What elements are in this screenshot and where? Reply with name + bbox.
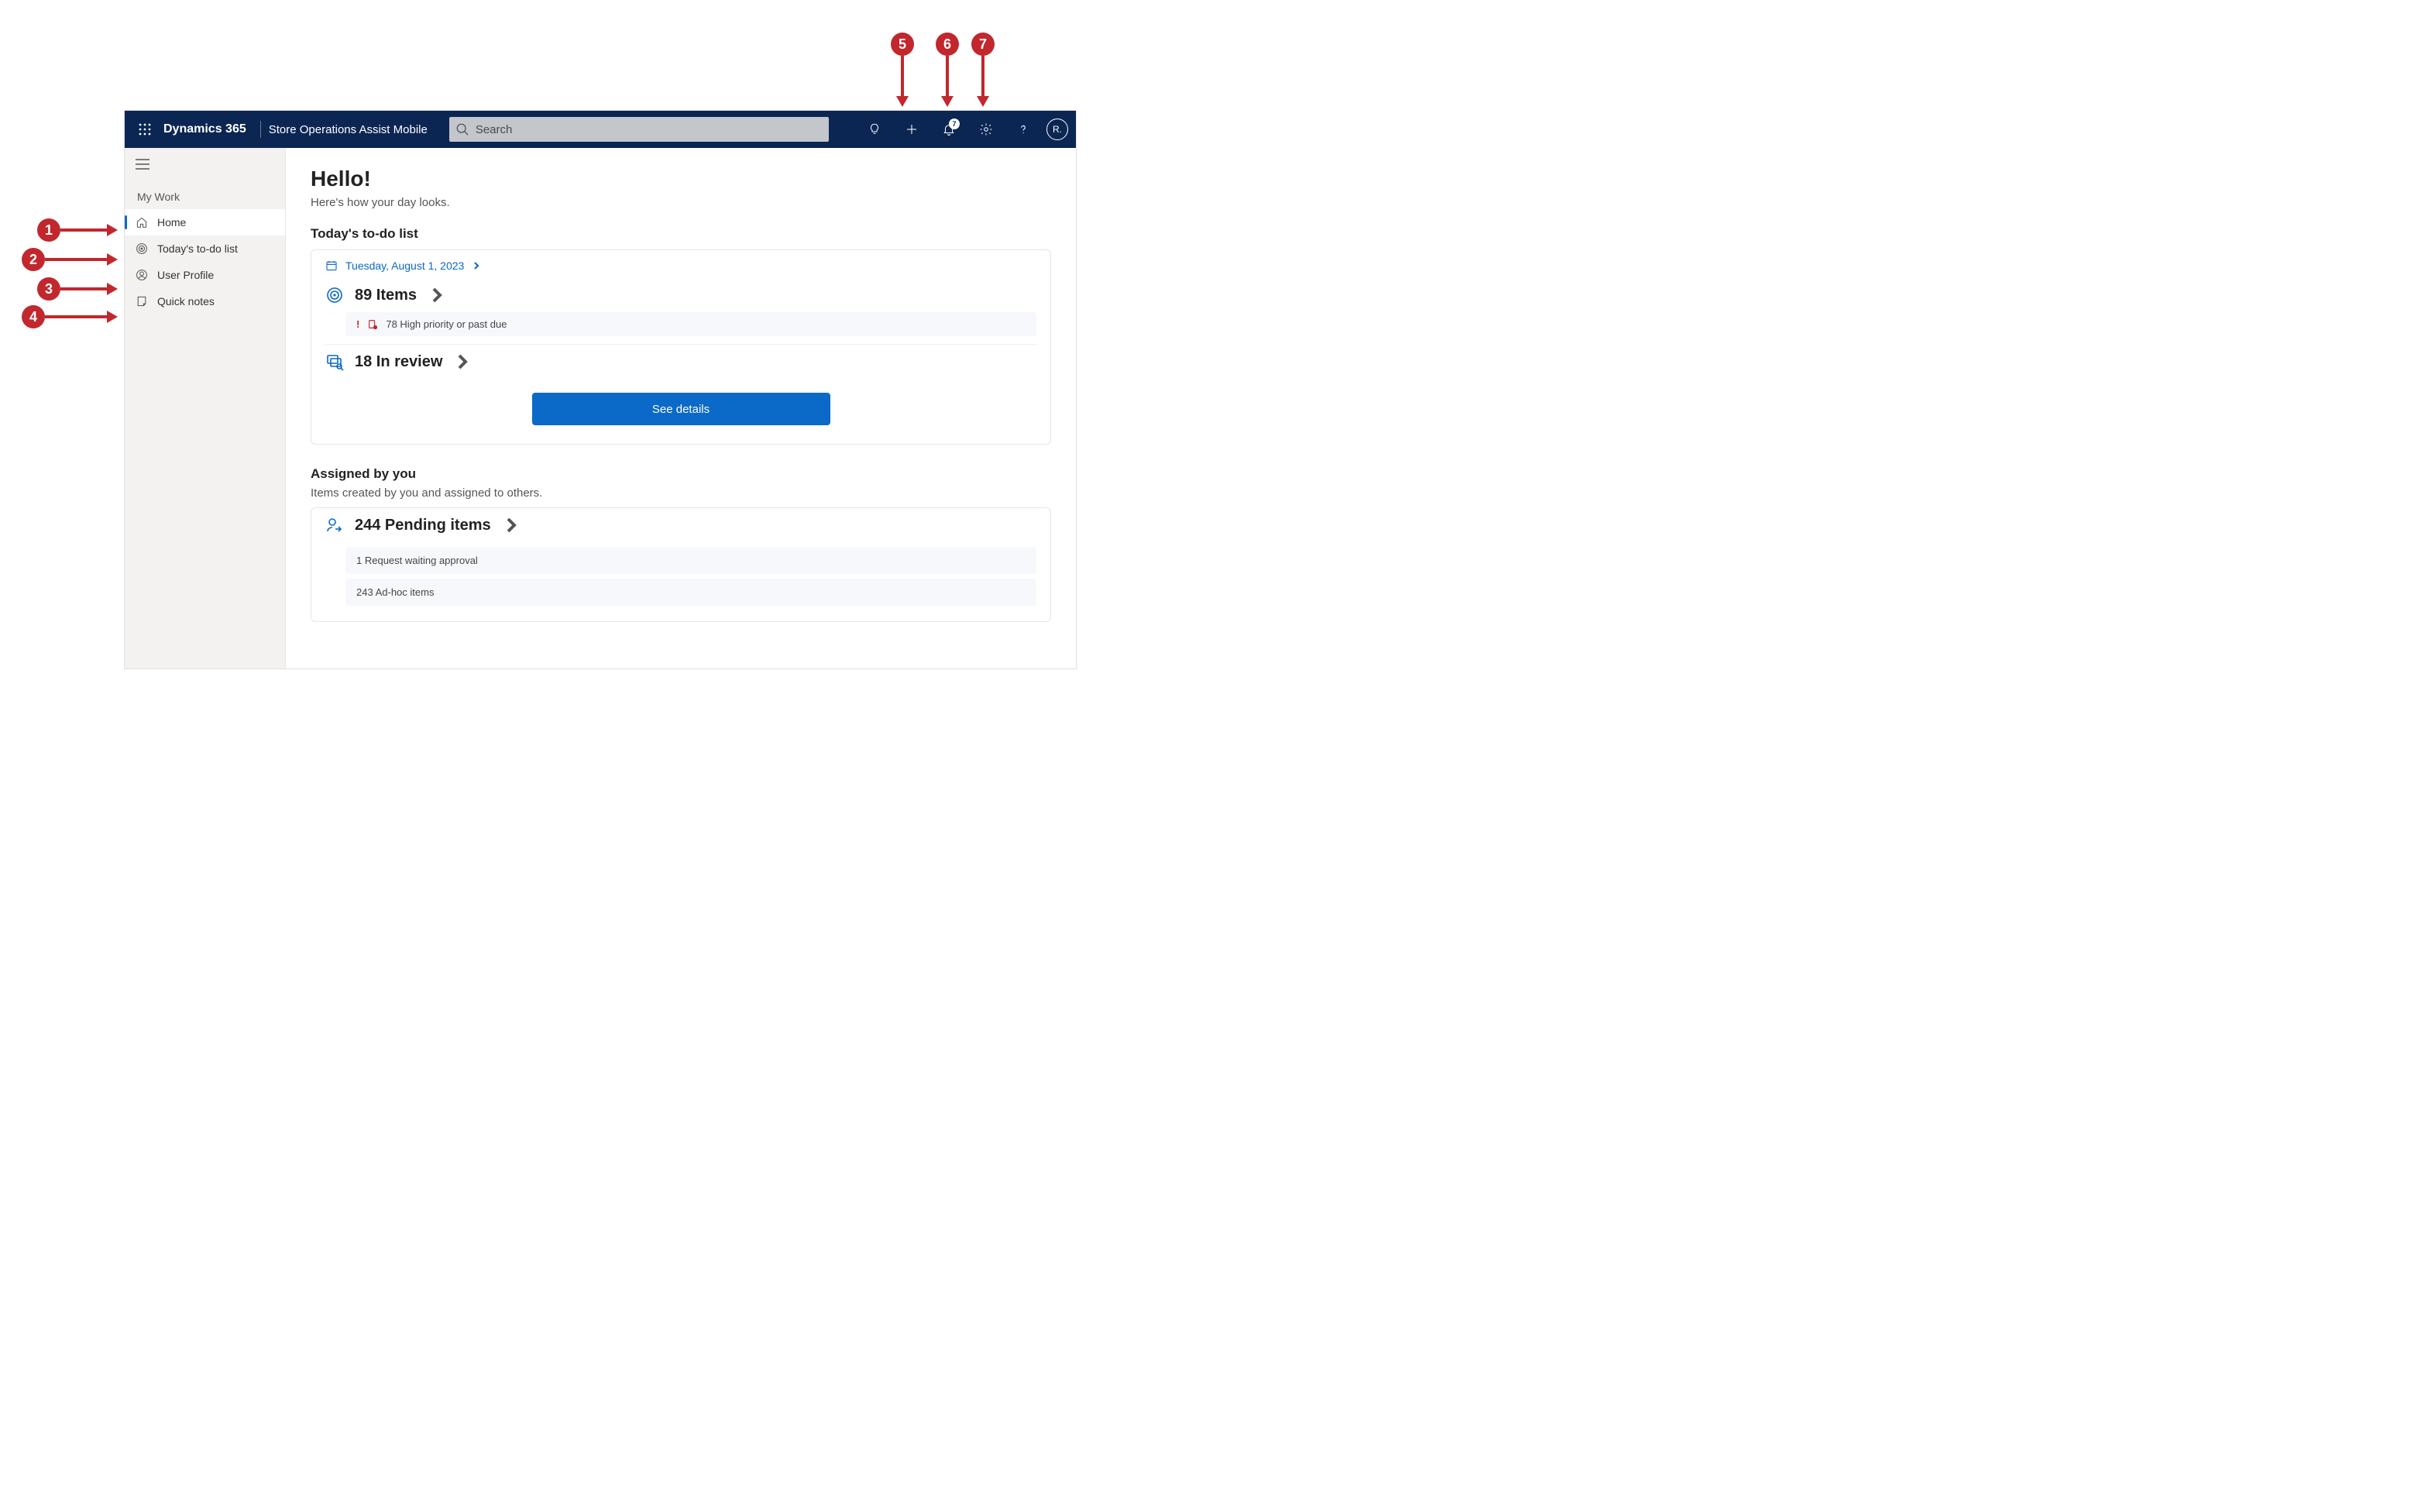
sidebar: My Work Home Today's to-do list User Pro… — [125, 148, 286, 668]
see-details-button[interactable]: See details — [532, 393, 830, 425]
todo-date-label: Tuesday, August 1, 2023 — [345, 259, 464, 272]
calendar-icon — [325, 259, 338, 272]
user-icon — [136, 269, 148, 281]
app-frame: Dynamics 365 Store Operations Assist Mob… — [124, 110, 1077, 669]
annotation-3: 3 — [37, 277, 118, 301]
annotation-7: 7 — [971, 33, 995, 107]
assigned-section-title: Assigned by you — [311, 466, 1051, 482]
search-icon — [455, 122, 469, 140]
greeting-title: Hello! — [311, 167, 1051, 191]
assigned-pending-label: 244 Pending items — [355, 517, 491, 534]
topbar: Dynamics 365 Store Operations Assist Mob… — [125, 111, 1076, 148]
sidebar-toggle[interactable] — [125, 153, 285, 180]
sidebar-item-label: User Profile — [157, 269, 214, 281]
assigned-row-1: 1 Request waiting approval — [345, 547, 1036, 574]
note-icon — [136, 295, 148, 308]
annotation-2: 2 — [22, 248, 118, 271]
chevron-right-icon — [472, 261, 481, 270]
annotation-4: 4 — [22, 305, 118, 328]
user-avatar[interactable]: R. — [1046, 119, 1068, 140]
notifications-button[interactable]: 7 — [930, 111, 967, 148]
target-icon — [136, 242, 148, 255]
annotation-5: 5 — [891, 33, 914, 107]
user-assign-icon — [325, 516, 344, 534]
assigned-section-subtitle: Items created by you and assigned to oth… — [311, 486, 1051, 500]
sidebar-section-label: My Work — [125, 180, 285, 209]
topbar-divider — [260, 121, 261, 138]
notification-badge: 7 — [949, 119, 960, 129]
todo-priority-label: 78 High priority or past due — [386, 318, 507, 330]
todo-priority-notice: ! 78 High priority or past due — [345, 312, 1036, 336]
annotation-1: 1 — [37, 218, 118, 242]
sidebar-item-home[interactable]: Home — [125, 209, 285, 235]
assigned-pending-row[interactable]: 244 Pending items — [311, 508, 1050, 542]
add-button[interactable] — [893, 111, 930, 148]
main-content: Hello! Here's how your day looks. Today'… — [286, 148, 1076, 668]
chevron-right-icon — [428, 286, 446, 304]
app-launcher-icon[interactable] — [129, 123, 160, 136]
search-wrap — [449, 117, 829, 142]
chevron-right-icon — [453, 352, 472, 371]
insights-button[interactable] — [856, 111, 893, 148]
todo-card: Tuesday, August 1, 2023 89 Items ! 78 Hi… — [311, 249, 1051, 445]
assigned-card: 244 Pending items 1 Request waiting appr… — [311, 507, 1051, 622]
todo-inreview-row[interactable]: 18 In review — [311, 345, 1050, 379]
search-input[interactable] — [449, 117, 829, 142]
assigned-row-2: 243 Ad-hoc items — [345, 579, 1036, 606]
todo-section-title: Today's to-do list — [311, 226, 1051, 242]
sidebar-item-label: Quick notes — [157, 295, 215, 308]
greeting-subtitle: Here's how your day looks. — [311, 196, 1051, 209]
home-icon — [136, 216, 148, 229]
todo-items-label: 89 Items — [355, 287, 417, 304]
sidebar-item-label: Home — [157, 216, 186, 229]
chevron-right-icon — [502, 516, 521, 534]
target-icon — [325, 286, 344, 304]
todo-items-row[interactable]: 89 Items — [311, 278, 1050, 312]
todo-date-picker[interactable]: Tuesday, August 1, 2023 — [311, 250, 1050, 278]
sidebar-item-user-profile[interactable]: User Profile — [125, 262, 285, 288]
sidebar-item-today-todo[interactable]: Today's to-do list — [125, 235, 285, 262]
alert-icon: ! — [356, 318, 359, 330]
todo-inreview-label: 18 In review — [355, 353, 442, 371]
sidebar-item-label: Today's to-do list — [157, 242, 238, 255]
review-icon — [325, 352, 344, 371]
clipboard-alert-icon — [367, 319, 378, 330]
app-name-label: Store Operations Assist Mobile — [269, 123, 442, 136]
sidebar-item-quick-notes[interactable]: Quick notes — [125, 288, 285, 314]
brand-label[interactable]: Dynamics 365 — [160, 122, 257, 136]
settings-button[interactable] — [967, 111, 1005, 148]
annotation-6: 6 — [936, 33, 959, 107]
help-button[interactable] — [1005, 111, 1042, 148]
